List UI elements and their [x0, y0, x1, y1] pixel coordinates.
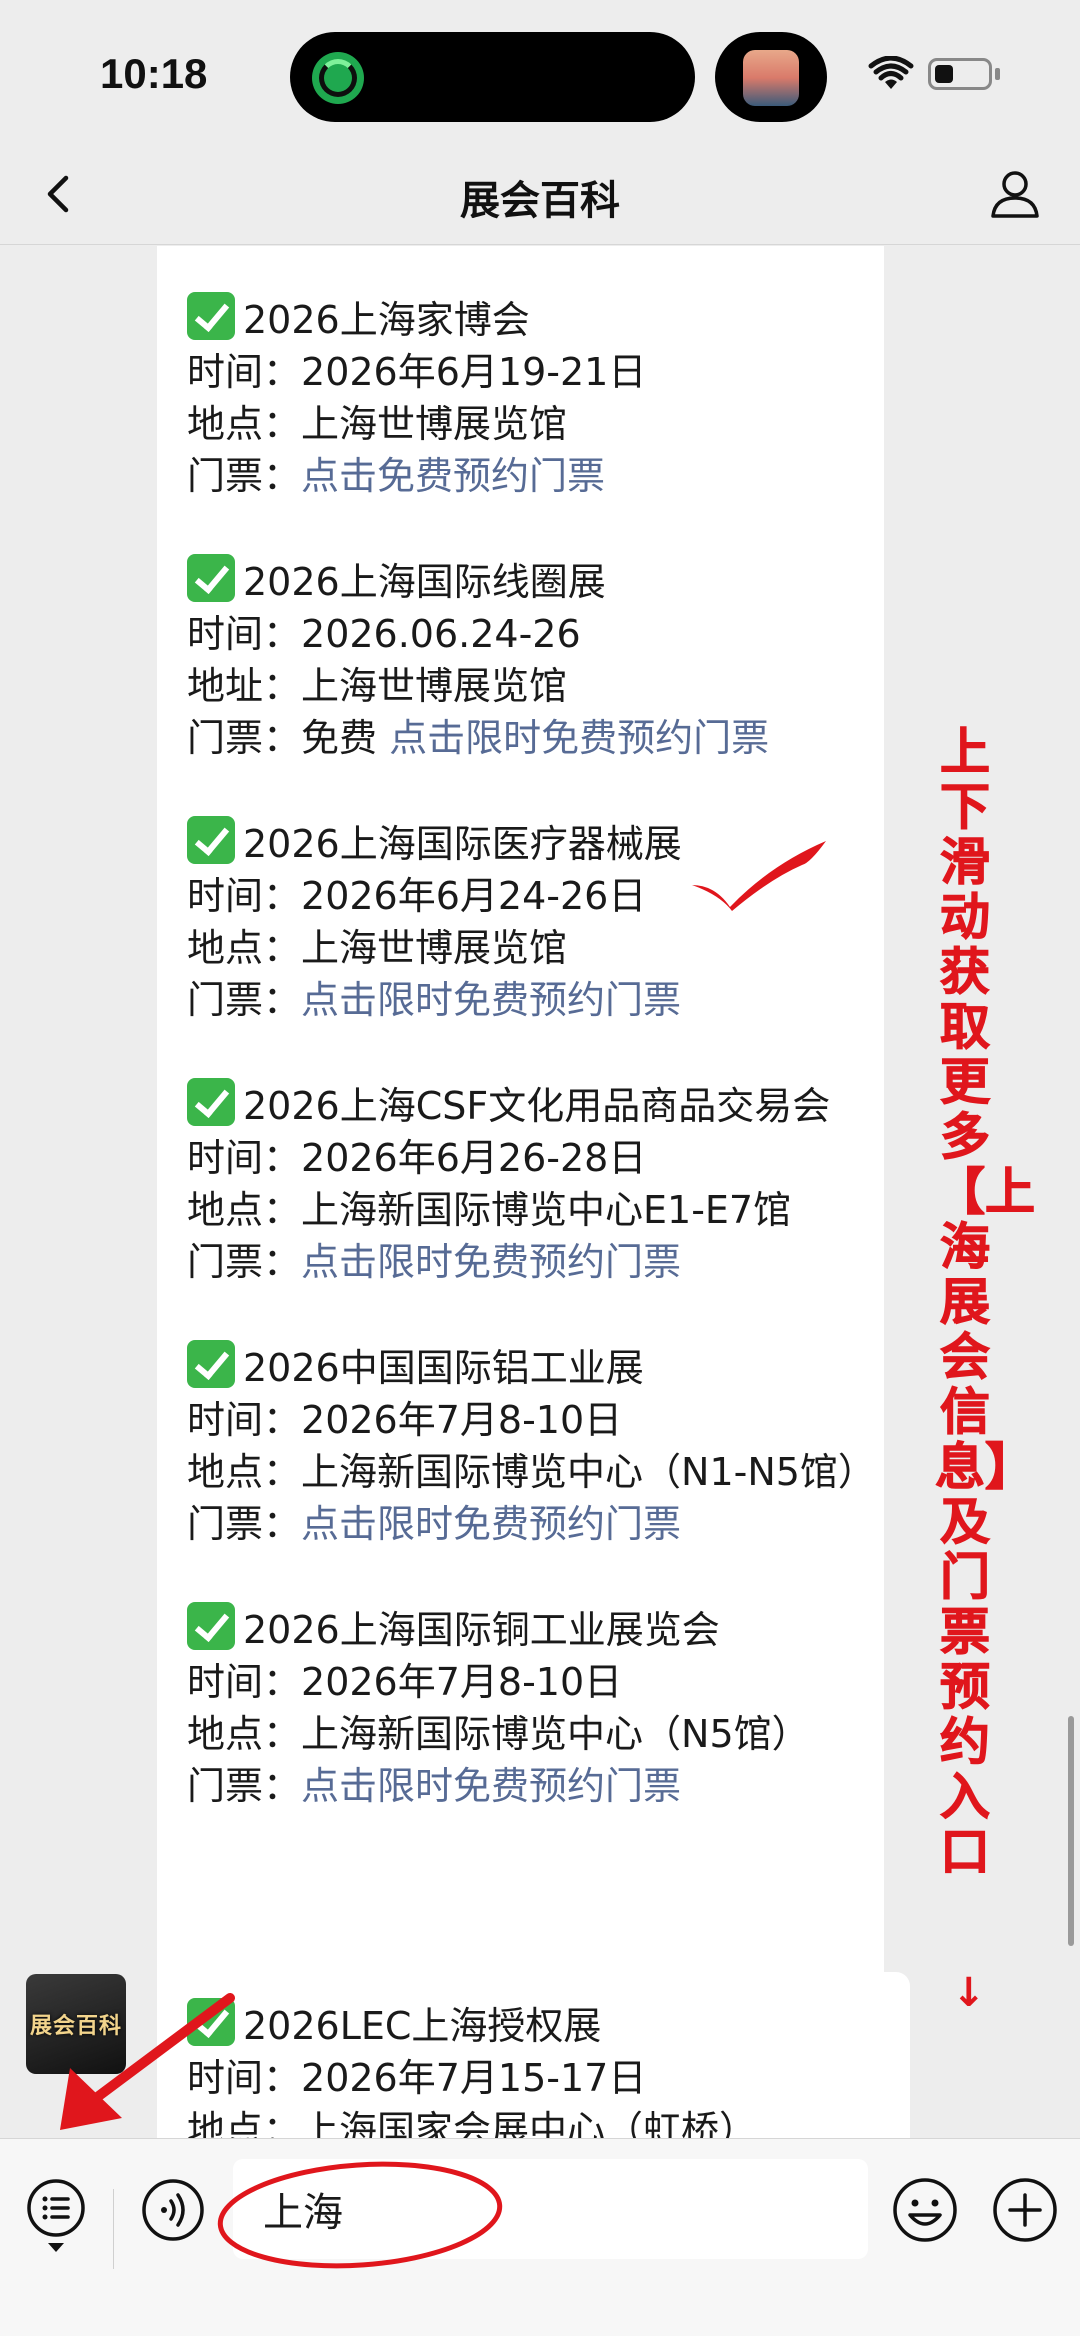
message-card[interactable]: 2026上海家博会 时间：2026年6月19-21日 地点：上海世博展览馆 门票… — [157, 246, 884, 2138]
status-bar: 10:18 — [0, 0, 1080, 150]
ticket-link[interactable]: 点击限时免费预约门票 — [389, 716, 769, 760]
entry-value: 2026年6月26-28日 — [301, 1136, 647, 1180]
exhibition-list: 2026上海家博会 时间：2026年6月19-21日 地点：上海世博展览馆 门票… — [187, 292, 877, 1864]
entry-label: 时间： — [187, 1398, 302, 1442]
entry-title: 2026上海国际铜工业展览会 — [243, 1608, 720, 1652]
ticket-label: 门票： — [187, 1764, 302, 1808]
list-item: 2026上海家博会 时间：2026年6月19-21日 地点：上海世博展览馆 门票… — [187, 292, 877, 502]
activity-island-icon — [312, 52, 364, 104]
entry-title: 2026上海家博会 — [243, 298, 530, 342]
list-menu-icon[interactable] — [25, 2177, 87, 2239]
ticket-link[interactable]: 点击限时免费预约门票 — [301, 978, 681, 1022]
entry-label: 时间： — [187, 612, 302, 656]
entry-title: 2026上海CSF文化用品商品交易会 — [243, 1084, 831, 1128]
entry-title: 2026中国国际铝工业展 — [243, 1346, 644, 1390]
entry-label: 地点： — [187, 926, 302, 970]
red-check-mark-icon — [692, 841, 826, 911]
divider — [113, 2189, 114, 2269]
entry-label: 地点： — [187, 1712, 302, 1756]
emoji-icon[interactable] — [890, 2175, 960, 2245]
chat-content[interactable]: 2026上海家博会 时间：2026年6月19-21日 地点：上海世博展览馆 门票… — [0, 246, 1080, 2138]
ticket-link[interactable]: 点击限时免费预约门票 — [301, 1502, 681, 1546]
list-item: 2026LEC上海授权展 时间：2026年7月15-17日 地点：上海国家会展中… — [187, 1998, 877, 2138]
check-mark-icon — [187, 554, 235, 602]
entry-label: 地点： — [187, 1450, 302, 1494]
voice-icon[interactable] — [140, 2177, 206, 2243]
ticket-label: 门票： — [187, 716, 302, 760]
check-mark-icon — [187, 1340, 235, 1388]
entry-value: 2026年6月19-21日 — [301, 350, 647, 394]
ticket-label: 门票： — [187, 454, 302, 498]
ticket-label: 门票： — [187, 1240, 302, 1284]
entry-value: 上海新国际博览中心E1-E7馆 — [301, 1188, 792, 1232]
check-mark-icon — [187, 816, 235, 864]
page-title: 展会百科 — [460, 178, 620, 224]
entry-label: 时间： — [187, 1136, 302, 1180]
message-input[interactable] — [233, 2159, 868, 2259]
media-thumbnail-icon — [743, 50, 799, 106]
entry-label: 时间： — [187, 1660, 302, 1704]
entry-label: 地点： — [187, 402, 302, 446]
red-arrow-icon — [60, 1993, 235, 2130]
dynamic-island[interactable] — [290, 32, 695, 122]
input-bar — [0, 2138, 1080, 2336]
person-icon[interactable] — [985, 164, 1045, 224]
entry-label: 时间： — [187, 350, 302, 394]
media-island[interactable] — [715, 32, 827, 122]
check-mark-icon — [187, 292, 235, 340]
entry-title: 2026LEC上海授权展 — [243, 2004, 602, 2048]
nav-bar: 展会百科 — [0, 150, 1080, 245]
entry-value: 2026年7月8-10日 — [301, 1660, 623, 1704]
scrollbar[interactable] — [1068, 1716, 1074, 1946]
check-mark-icon — [187, 1078, 235, 1126]
status-time: 10:18 — [100, 50, 208, 97]
battery-icon — [928, 58, 992, 90]
promo-vertical-text: 上下滑动获取更多【上海展会信息】及门票预约入口 — [935, 723, 1036, 1881]
list-item: 2026中国国际铝工业展 时间：2026年7月8-10日 地点：上海新国际博览中… — [187, 1340, 877, 1550]
ticket-prefix: 免费 — [301, 716, 390, 760]
entry-value: 上海世博展览馆 — [301, 926, 568, 970]
check-mark-icon — [187, 1602, 235, 1650]
list-item: 2026上海国际铜工业展览会 时间：2026年7月8-10日 地点：上海新国际博… — [187, 1602, 877, 1812]
entry-value: 2026.06.24-26 — [301, 612, 581, 656]
entry-value: 上海新国际博览中心（N1-N5馆） — [301, 1450, 876, 1494]
battery-level — [935, 65, 953, 83]
entry-label: 时间： — [187, 874, 302, 918]
entry-value: 上海世博展览馆 — [301, 402, 568, 446]
entry-value: 2026年7月15-17日 — [301, 2056, 647, 2100]
entry-value: 2026年6月24-26日 — [301, 874, 647, 918]
battery-cap — [995, 68, 1000, 80]
caret-up-icon — [48, 2243, 64, 2252]
entry-title: 2026上海国际医疗器械展 — [243, 822, 682, 866]
entry-value: 上海国家会展中心（虹桥） — [301, 2108, 758, 2138]
entry-value: 2026年7月8-10日 — [301, 1398, 623, 1442]
entry-value: 上海新国际博览中心（N5馆） — [301, 1712, 810, 1756]
wifi-icon — [868, 56, 914, 89]
ticket-label: 门票： — [187, 1502, 302, 1546]
list-item: 2026上海国际线圈展 时间：2026.06.24-26 地址：上海世博展览馆 … — [187, 554, 877, 764]
ticket-label: 门票： — [187, 978, 302, 1022]
entry-label: 地点： — [187, 1188, 302, 1232]
ticket-link[interactable]: 点击限时免费预约门票 — [301, 1764, 681, 1808]
entry-label: 地址： — [187, 664, 302, 708]
down-arrow-icon: ↓ — [952, 1970, 986, 2016]
exhibition-list: 2026LEC上海授权展 时间：2026年7月15-17日 地点：上海国家会展中… — [187, 1998, 877, 2138]
plus-icon[interactable] — [990, 2175, 1060, 2245]
entry-value: 上海世博展览馆 — [301, 664, 568, 708]
message-card[interactable]: 2026LEC上海授权展 时间：2026年7月15-17日 地点：上海国家会展中… — [157, 1972, 910, 2138]
list-item: 2026上海CSF文化用品商品交易会 时间：2026年6月26-28日 地点：上… — [187, 1078, 877, 1288]
entry-title: 2026上海国际线圈展 — [243, 560, 606, 604]
ticket-link[interactable]: 点击免费预约门票 — [301, 454, 605, 498]
ticket-link[interactable]: 点击限时免费预约门票 — [301, 1240, 681, 1284]
